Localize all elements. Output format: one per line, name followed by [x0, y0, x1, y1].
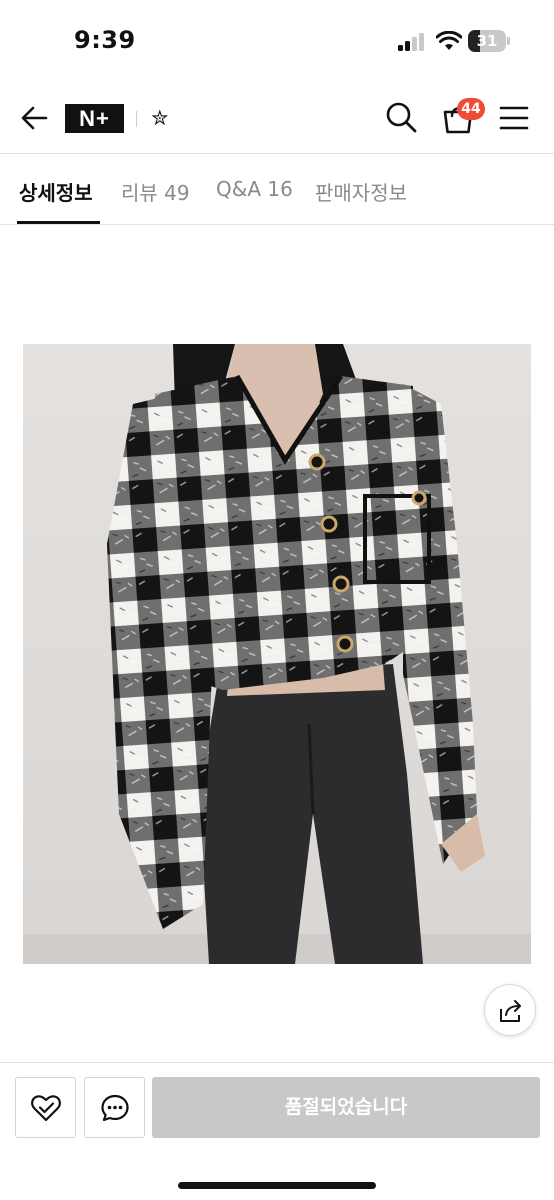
cart-count-badge: 44	[457, 98, 485, 120]
tab-seller-info[interactable]: 판매자정보	[315, 177, 407, 206]
header-divider	[136, 111, 137, 127]
wishlist-button[interactable]	[15, 1077, 76, 1138]
back-button[interactable]	[18, 102, 50, 134]
status-time: 9:39	[74, 26, 136, 54]
battery-level: 31	[476, 32, 498, 50]
soldout-button[interactable]: 품절되었습니다	[152, 1077, 540, 1138]
detail-tabs: 상세정보 리뷰 49 Q&A 16 판매자정보	[0, 155, 554, 225]
tab-details[interactable]: 상세정보	[19, 177, 93, 206]
battery-icon: 31	[468, 30, 510, 52]
search-button[interactable]	[384, 100, 418, 134]
heart-check-icon	[31, 1095, 61, 1122]
arrow-left-icon	[21, 106, 48, 130]
status-bar: 9:39 31	[0, 0, 554, 80]
chat-button[interactable]	[84, 1077, 145, 1138]
menu-button[interactable]	[498, 104, 530, 132]
share-button[interactable]	[484, 984, 536, 1036]
product-image[interactable]	[23, 344, 531, 964]
tab-qna[interactable]: Q&A 16	[216, 177, 293, 201]
star-icon[interactable]: ✮	[151, 105, 169, 131]
product-photo-tweed-check-jacket	[23, 344, 531, 964]
home-indicator[interactable]	[178, 1182, 376, 1189]
chat-bubble-icon	[101, 1094, 129, 1122]
active-tab-indicator	[17, 221, 100, 224]
hamburger-menu-icon	[499, 106, 529, 130]
brand-logo[interactable]: N+	[65, 104, 124, 133]
search-icon	[386, 102, 417, 133]
cellular-signal-icon	[398, 33, 426, 51]
wifi-icon	[435, 30, 463, 51]
bottom-action-bar: 품절되었습니다	[0, 1062, 554, 1200]
share-icon	[500, 1000, 521, 1022]
tab-reviews[interactable]: 리뷰 49	[121, 177, 190, 206]
